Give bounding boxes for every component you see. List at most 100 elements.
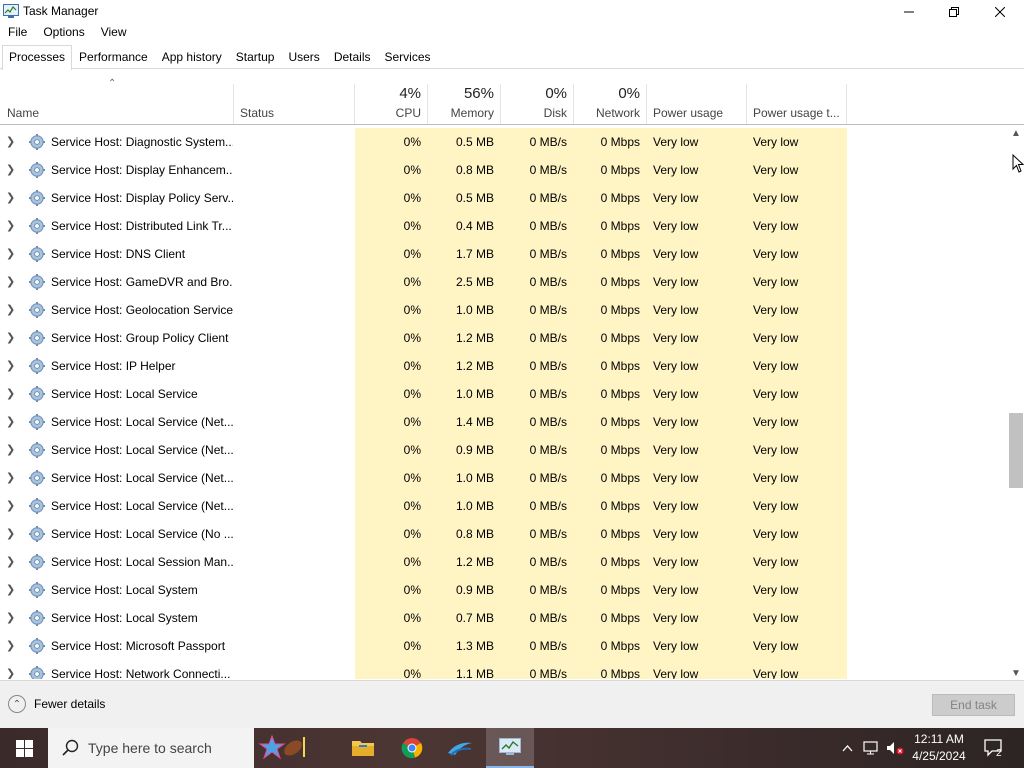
tab-details[interactable]: Details xyxy=(327,45,378,69)
table-row[interactable]: ❯ Service Host: Local Service (Net... 0% 0.… xyxy=(0,436,1008,464)
table-row[interactable]: ❯ Service Host: Display Enhancem... 0% 0.8 … xyxy=(0,156,1008,184)
process-power-usage-trend: Very low xyxy=(753,667,799,679)
process-power-usage-trend: Very low xyxy=(753,387,799,401)
tab-app-history[interactable]: App history xyxy=(155,45,229,69)
tab-bar: Processes Performance App history Startu… xyxy=(0,45,1024,70)
scrollbar-thumb[interactable] xyxy=(1009,413,1023,488)
expand-chevron-icon[interactable]: ❯ xyxy=(6,520,20,548)
tab-users[interactable]: Users xyxy=(281,45,326,69)
tab-services[interactable]: Services xyxy=(378,45,438,69)
service-gear-icon xyxy=(28,581,46,599)
expand-chevron-icon[interactable]: ❯ xyxy=(6,436,20,464)
process-name: Service Host: Local Service (Net... xyxy=(51,471,233,485)
search-icon xyxy=(62,739,79,756)
header-disk[interactable]: 0% Disk xyxy=(501,84,574,124)
table-row[interactable]: ❯ Service Host: DNS Client 0% 1.7 MB 0 MB/s 0… xyxy=(0,240,1008,268)
scroll-down-icon[interactable]: ▼ xyxy=(1011,668,1021,679)
table-row[interactable]: ❯ Service Host: Local Service (Net... 0% 1.… xyxy=(0,408,1008,436)
service-gear-icon xyxy=(28,357,46,375)
table-row[interactable]: ❯ Service Host: Geolocation Service 0% 1.0 … xyxy=(0,296,1008,324)
table-row[interactable]: ❯ Service Host: IP Helper 0% 1.2 MB 0 MB/s 0 … xyxy=(0,352,1008,380)
table-row[interactable]: ❯ Service Host: GameDVR and Bro... 0% 2.5 M… xyxy=(0,268,1008,296)
tab-startup[interactable]: Startup xyxy=(229,45,282,69)
table-row[interactable]: ❯ Service Host: Diagnostic System... 0% 0.5… xyxy=(0,128,1008,156)
expand-chevron-icon[interactable]: ❯ xyxy=(6,548,20,576)
service-gear-icon xyxy=(28,413,46,431)
table-row[interactable]: ❯ Service Host: Local Service (No ... 0% 0.… xyxy=(0,520,1008,548)
header-cpu[interactable]: 4% CPU xyxy=(355,84,428,124)
table-row[interactable]: ❯ Service Host: Group Policy Client 0% 1.2 … xyxy=(0,324,1008,352)
expand-chevron-icon[interactable]: ❯ xyxy=(6,576,20,604)
process-name: Service Host: DNS Client xyxy=(51,247,186,261)
expand-chevron-icon[interactable]: ❯ xyxy=(6,156,20,184)
expand-chevron-icon[interactable]: ❯ xyxy=(6,604,20,632)
process-name: Service Host: Local Session Man... xyxy=(51,555,233,569)
table-row[interactable]: ❯ Service Host: Local System 0% 0.7 MB 0 MB/… xyxy=(0,604,1008,632)
process-power-usage: Very low xyxy=(653,499,699,513)
table-row[interactable]: ❯ Service Host: Display Policy Serv... 0% 0… xyxy=(0,184,1008,212)
network-icon[interactable] xyxy=(860,728,882,768)
table-row[interactable]: ❯ Service Host: Microsoft Passport 0% 1.3 M… xyxy=(0,632,1008,660)
process-network: 0 Mbps xyxy=(600,499,640,513)
process-cpu: 0% xyxy=(403,527,421,541)
expand-chevron-icon[interactable]: ❯ xyxy=(6,240,20,268)
header-power-usage[interactable]: Power usage xyxy=(647,84,747,124)
taskbar-search-box[interactable]: Type here to search xyxy=(48,728,254,768)
service-gear-icon xyxy=(28,525,46,543)
header-network[interactable]: 0% Network xyxy=(574,84,647,124)
expand-chevron-icon[interactable]: ❯ xyxy=(6,632,20,660)
expand-chevron-icon[interactable]: ❯ xyxy=(6,128,20,156)
table-row[interactable]: ❯ Service Host: Local System 0% 0.9 MB 0 MB/… xyxy=(0,576,1008,604)
service-gear-icon xyxy=(28,245,46,263)
file-explorer-icon[interactable] xyxy=(339,728,387,768)
system-clock[interactable]: 12:11 AM 4/25/2024 xyxy=(908,731,970,765)
expand-chevron-icon[interactable]: ❯ xyxy=(6,492,20,520)
header-memory[interactable]: 56% Memory xyxy=(428,84,501,124)
table-row[interactable]: ❯ Service Host: Local Session Man... 0% 1.2… xyxy=(0,548,1008,576)
header-power-usage-trend[interactable]: Power usage t... xyxy=(747,84,847,124)
expand-chevron-icon[interactable]: ❯ xyxy=(6,408,20,436)
table-row[interactable]: ❯ Service Host: Network Connecti... 0% 1.1 … xyxy=(0,660,1008,679)
expand-chevron-icon[interactable]: ❯ xyxy=(6,660,20,679)
fewer-details-button[interactable]: ⌃ Fewer details xyxy=(8,695,105,713)
start-button[interactable] xyxy=(0,728,48,768)
volume-muted-icon[interactable] xyxy=(884,728,906,768)
table-row[interactable]: ❯ Service Host: Local Service 0% 1.0 MB 0 MB… xyxy=(0,380,1008,408)
minimize-button[interactable] xyxy=(886,0,932,23)
process-network: 0 Mbps xyxy=(600,191,640,205)
header-status[interactable]: Status xyxy=(234,84,355,124)
notifications-button[interactable]: 2 xyxy=(980,728,1010,768)
expand-chevron-icon[interactable]: ❯ xyxy=(6,296,20,324)
scroll-up-icon[interactable]: ▲ xyxy=(1011,128,1021,139)
chrome-icon[interactable] xyxy=(388,728,436,768)
process-disk: 0 MB/s xyxy=(529,471,567,485)
expand-chevron-icon[interactable]: ❯ xyxy=(6,352,20,380)
process-network: 0 Mbps xyxy=(600,303,640,317)
table-row[interactable]: ❯ Service Host: Local Service (Net... 0% 1.… xyxy=(0,492,1008,520)
process-power-usage: Very low xyxy=(653,275,699,289)
expand-chevron-icon[interactable]: ❯ xyxy=(6,268,20,296)
menu-options[interactable]: Options xyxy=(35,23,92,43)
table-row[interactable]: ❯ Service Host: Local Service (Net... 0% 1.… xyxy=(0,464,1008,492)
app-swoosh-icon[interactable] xyxy=(436,728,484,768)
table-row[interactable]: ❯ Service Host: Distributed Link Tr... 0% 0… xyxy=(0,212,1008,240)
expand-chevron-icon[interactable]: ❯ xyxy=(6,464,20,492)
close-button[interactable] xyxy=(977,0,1023,23)
tab-processes[interactable]: Processes xyxy=(2,45,73,70)
expand-chevron-icon[interactable]: ❯ xyxy=(6,324,20,352)
expand-chevron-icon[interactable]: ❯ xyxy=(6,212,20,240)
header-name[interactable]: Name xyxy=(0,84,234,124)
restore-button[interactable] xyxy=(931,0,977,23)
tab-performance[interactable]: Performance xyxy=(72,45,155,69)
expand-chevron-icon[interactable]: ❯ xyxy=(6,380,20,408)
task-manager-taskbar-icon[interactable] xyxy=(486,728,534,768)
process-name: Service Host: Local Service (Net... xyxy=(51,499,233,513)
widgets-icon[interactable] xyxy=(254,728,314,768)
show-hidden-icons-chevron-icon[interactable] xyxy=(838,728,856,768)
service-gear-icon xyxy=(28,497,46,515)
menu-file[interactable]: File xyxy=(0,23,35,43)
vertical-scrollbar[interactable]: ▲ ▼ xyxy=(1008,128,1024,679)
menu-view[interactable]: View xyxy=(93,23,135,43)
expand-chevron-icon[interactable]: ❯ xyxy=(6,184,20,212)
end-task-button[interactable]: End task xyxy=(932,694,1015,716)
